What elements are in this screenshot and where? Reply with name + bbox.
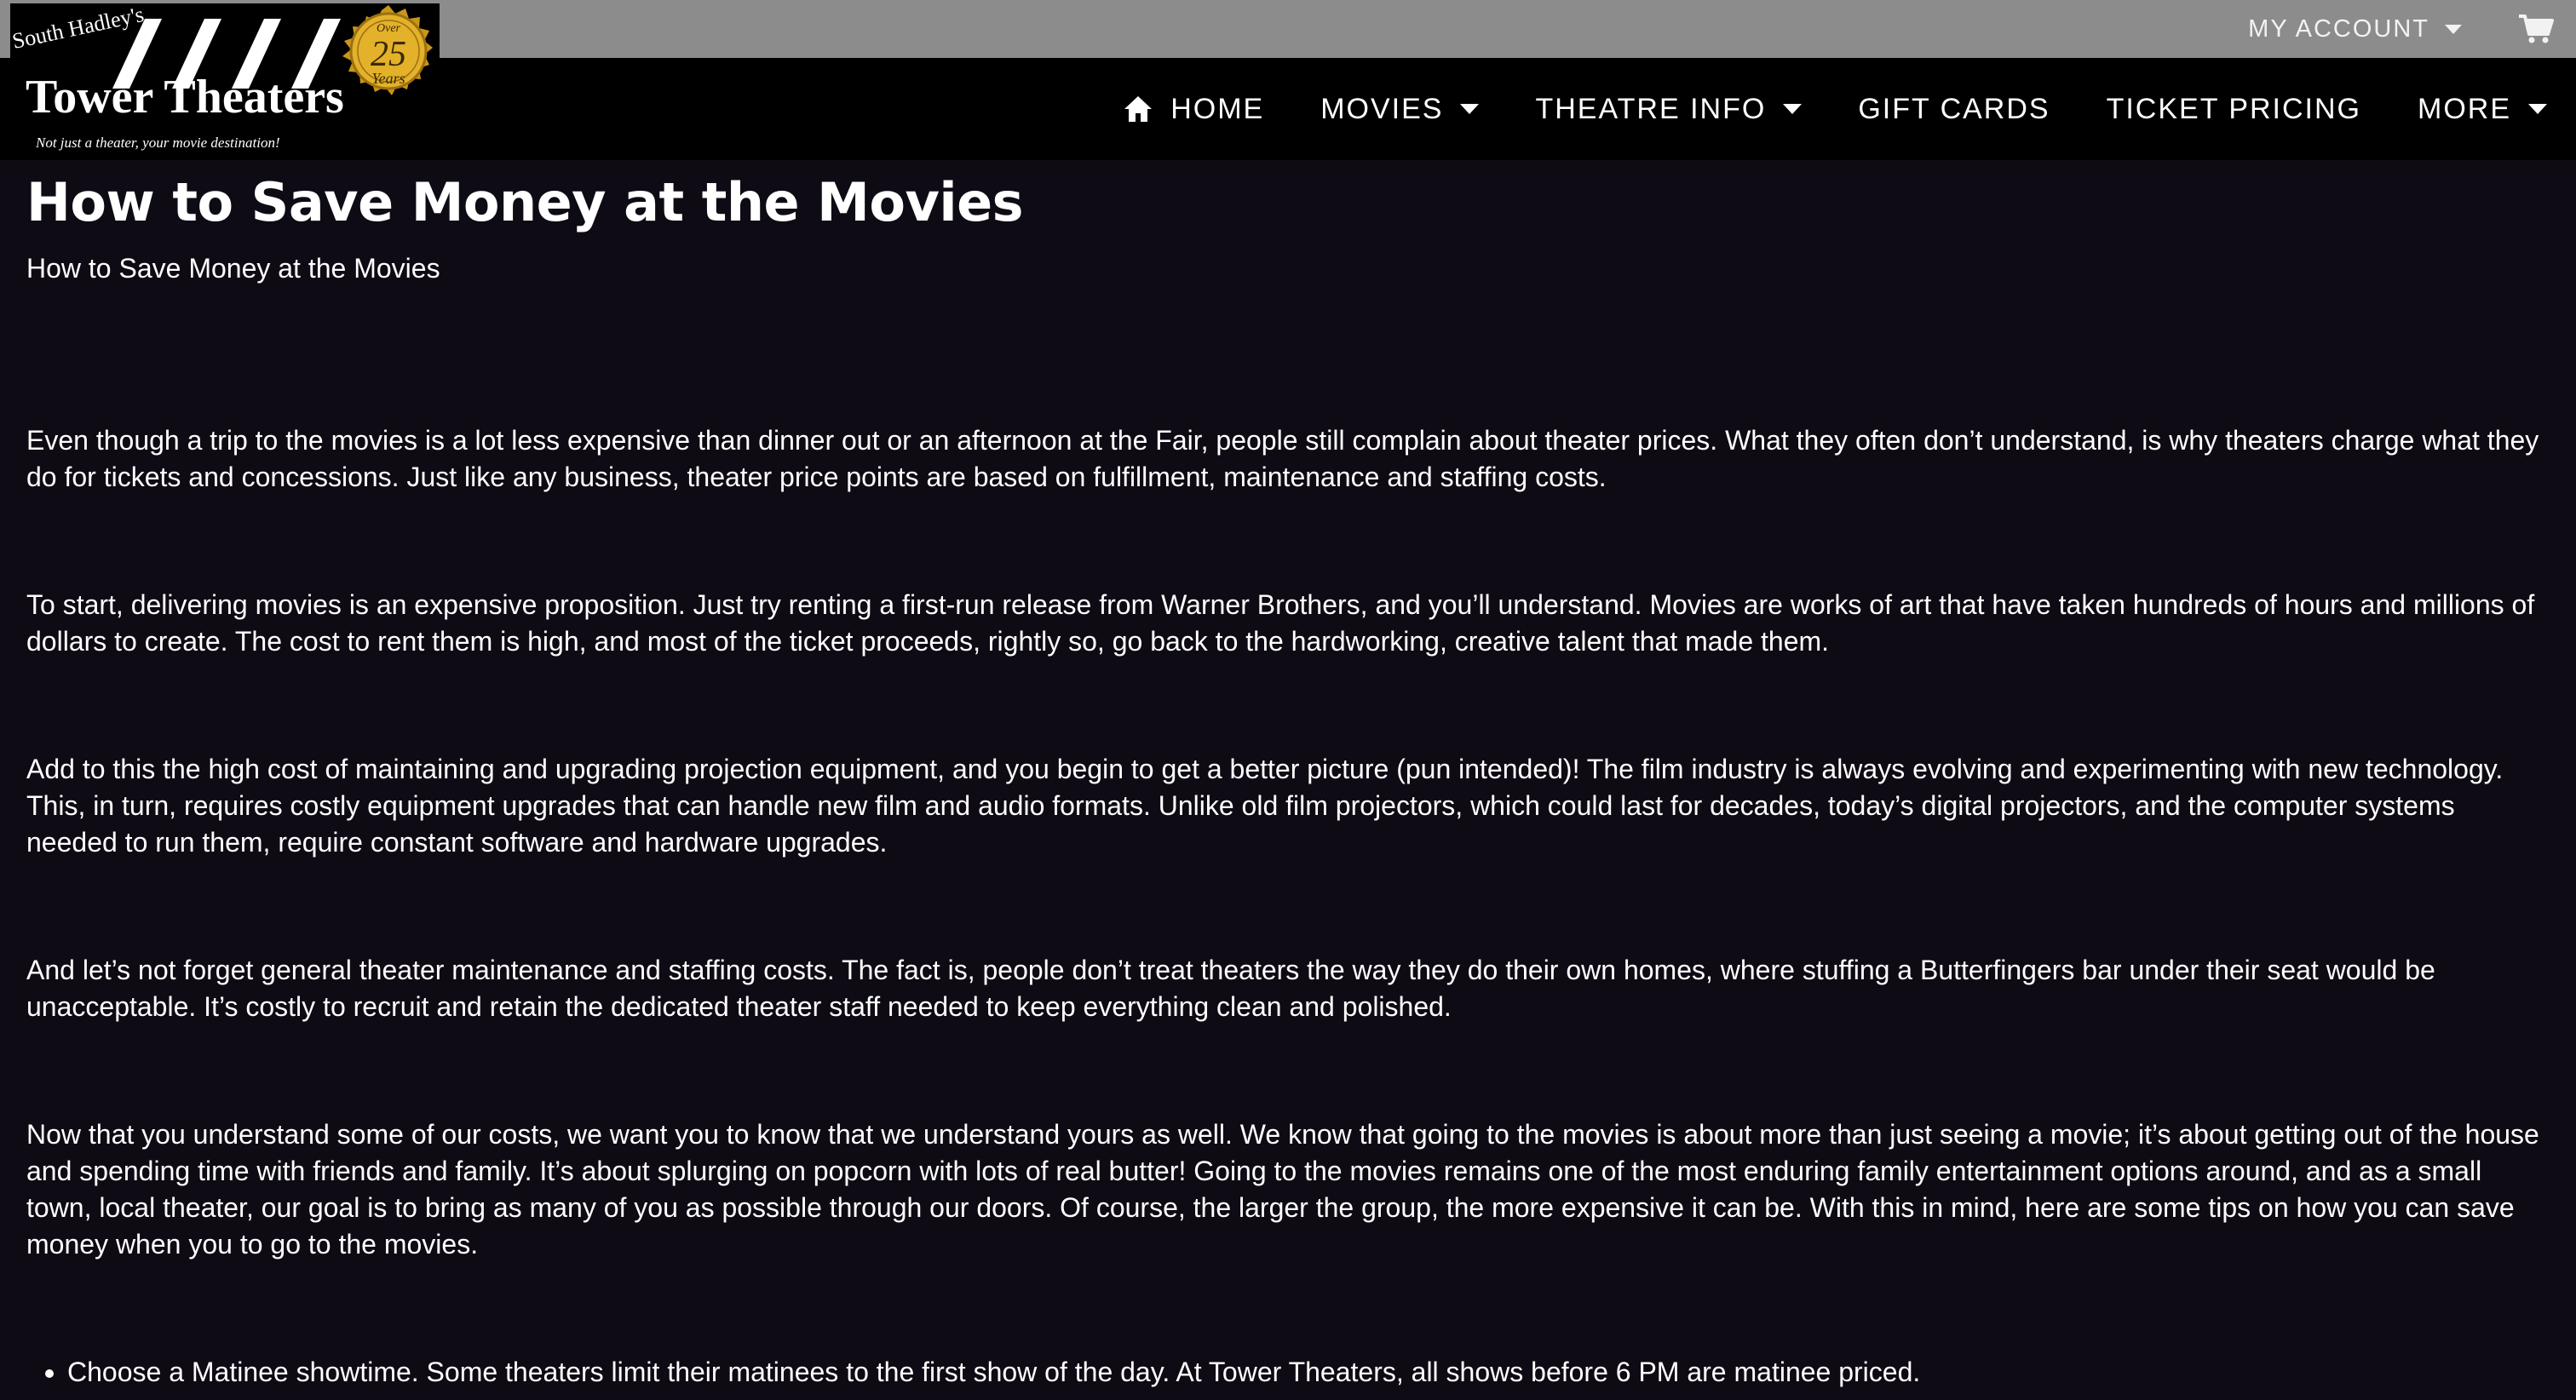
my-account-menu[interactable]: MY ACCOUNT <box>2248 0 2462 58</box>
nav-theatre-info[interactable]: THEATRE INFO <box>1535 92 1803 126</box>
nav-more-label: MORE <box>2418 92 2511 125</box>
logo-name: Tower Theaters <box>26 71 344 123</box>
seal-word: Years <box>371 70 405 87</box>
home-icon <box>1124 96 1153 122</box>
tips-list: Choose a Matinee showtime. Some theaters… <box>26 1354 2550 1391</box>
primary-nav: HOME MOVIES THEATRE INFO GIFT CARDS TICK… <box>1123 58 2547 160</box>
nav-theatre-info-label: THEATRE INFO <box>1535 92 1767 125</box>
site-logo[interactable]: South Hadley's Tower Theaters Not just a… <box>10 3 440 157</box>
article-paragraph: To start, delivering movies is an expens… <box>26 589 2535 657</box>
article-paragraph: Even though a trip to the movies is a lo… <box>26 425 2539 492</box>
chevron-down-icon <box>2445 24 2462 34</box>
list-item: Choose a Matinee showtime. Some theaters… <box>67 1354 2550 1391</box>
nav-more[interactable]: MORE <box>2418 93 2547 126</box>
article-paragraph: And let’s not forget general theater mai… <box>26 955 2435 1022</box>
seal-number: 25 <box>371 35 406 74</box>
chevron-down-icon <box>2528 104 2547 114</box>
page-title: How to Save Money at the Movies <box>26 171 1024 233</box>
anniversary-seal: Over 25 Years <box>336 3 440 109</box>
nav-gift-cards-label: GIFT CARDS <box>1858 92 2050 125</box>
article-paragraph: Now that you understand some of our cost… <box>26 1119 2539 1259</box>
nav-home[interactable]: HOME <box>1123 93 1264 126</box>
logo-tagline: Not just a theater, your movie destinati… <box>36 135 280 151</box>
nav-movies[interactable]: MOVIES <box>1320 92 1480 126</box>
nav-ticket-pricing[interactable]: TICKET PRICING <box>2107 93 2361 126</box>
chevron-down-icon <box>1460 104 1480 114</box>
nav-ticket-pricing-label: TICKET PRICING <box>2106 92 2361 125</box>
article: How to Save Money at the Movies How to S… <box>26 160 2550 1391</box>
chevron-down-icon <box>1783 104 1803 114</box>
article-paragraph: Add to this the high cost of maintaining… <box>26 754 2504 858</box>
article-subtitle: How to Save Money at the Movies <box>26 253 440 284</box>
nav-movies-label: MOVIES <box>1320 92 1444 125</box>
nav-gift-cards[interactable]: GIFT CARDS <box>1858 93 2050 126</box>
my-account-label: MY ACCOUNT <box>2248 14 2429 43</box>
cart-icon[interactable] <box>2518 14 2554 44</box>
nav-home-label: HOME <box>1170 92 1265 125</box>
